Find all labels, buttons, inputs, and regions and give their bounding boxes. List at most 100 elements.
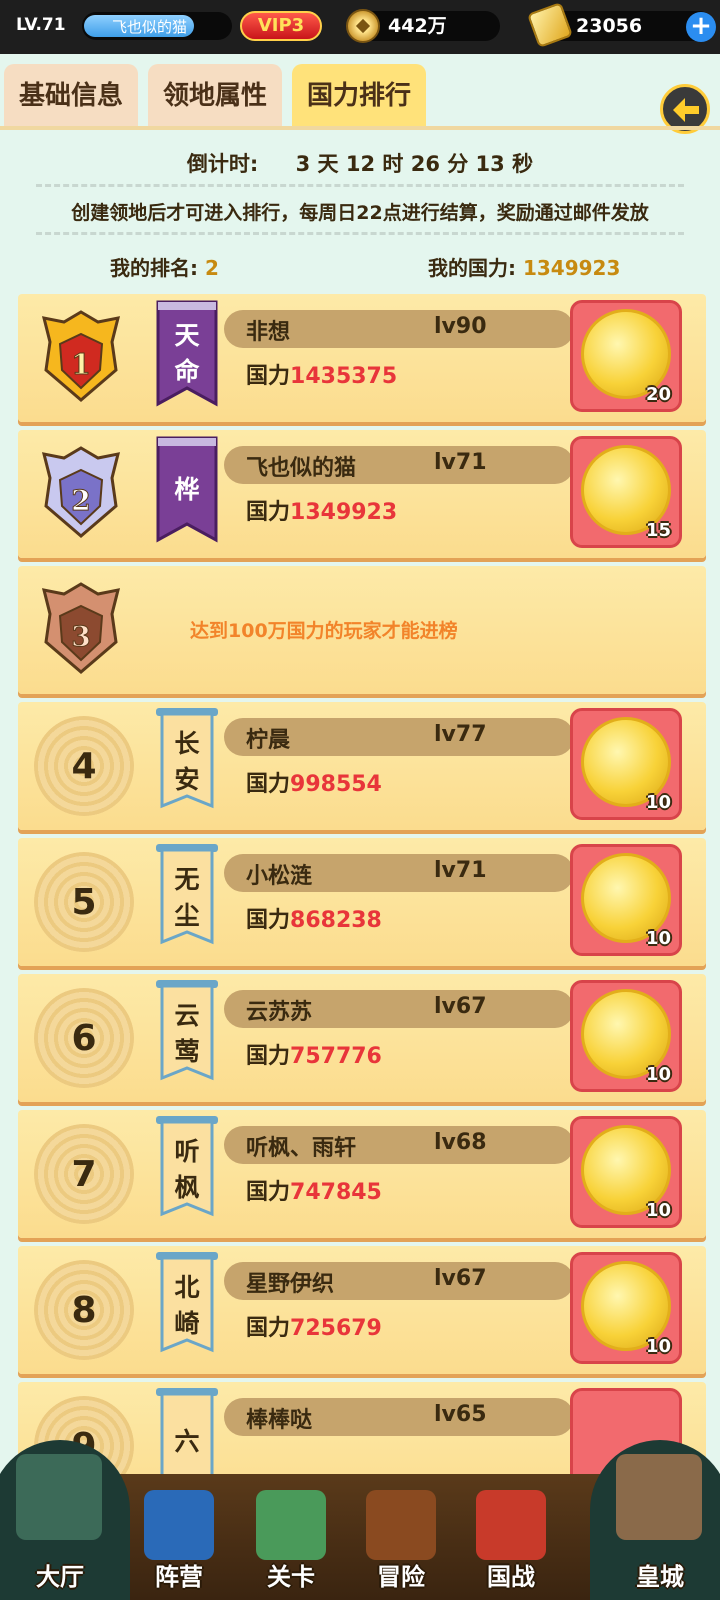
player-level: lv77 (434, 722, 487, 747)
title-banner: 听枫 (156, 1116, 218, 1224)
reward-slot[interactable]: 10 (570, 844, 682, 956)
rank-card-7[interactable]: 7 听枫 听枫、雨轩 lv68 国力747845 10 (18, 1110, 706, 1238)
rank-number: 7 (71, 1154, 97, 1195)
rank-number: 8 (71, 1290, 97, 1331)
title-banner: 天命 (156, 300, 218, 408)
countdown-value: 3 天 12 时 26 分 13 秒 (295, 152, 534, 176)
power-value: 757776 (290, 1044, 382, 1069)
reward-slot[interactable]: 20 (570, 300, 682, 412)
rank-medal-3-icon: 3 (41, 582, 121, 674)
title-char: 莺 (174, 1037, 200, 1066)
reward-count: 15 (645, 520, 671, 541)
power-label: 国力 (246, 500, 291, 525)
title-char: 天 (174, 321, 200, 350)
player-name: 飞也似的猫 (112, 18, 188, 36)
player-level: lv71 (434, 450, 487, 475)
title-banner: 北崎 (156, 1252, 218, 1360)
nav-castle[interactable]: 大厅 (0, 1454, 120, 1600)
rank-card-4[interactable]: 4 长安 柠晨 lv77 国力998554 10 (18, 702, 706, 830)
rank-card-2[interactable]: 2 桦 飞也似的猫 lv71 国力1349923 15 (18, 430, 706, 558)
rank-card-3[interactable]: 3 达到100万国力的玩家才能进榜 (18, 566, 706, 694)
player-name: 云苏苏 (246, 1000, 313, 1025)
rank-medal: 2 (38, 444, 124, 540)
nav-palace[interactable]: 皇城 (600, 1454, 720, 1600)
title-char: 枫 (174, 1173, 200, 1202)
player-name: 非想 (246, 320, 291, 345)
title-char: 命 (174, 357, 200, 386)
player-power: 国力747845 (246, 1174, 382, 1206)
reward-slot[interactable]: 10 (570, 1116, 682, 1228)
divider (36, 184, 684, 187)
power-value: 868238 (290, 908, 382, 933)
rank-card-1[interactable]: 1 天命 非想 lv90 国力1435375 20 (18, 294, 706, 422)
power-value: 725679 (290, 1316, 382, 1341)
title-char: 桦 (174, 475, 200, 504)
rank-badge: 8 (34, 1260, 134, 1360)
arrow-left-icon (673, 98, 699, 122)
player-power: 国力757776 (246, 1038, 382, 1070)
power-label: 国力 (246, 772, 291, 797)
tab-territory-attrs[interactable]: 领地属性 (148, 64, 282, 126)
reward-slot[interactable]: 10 (570, 1252, 682, 1364)
title-char: 云 (174, 1001, 200, 1030)
player-name: 听枫、雨轩 (246, 1136, 357, 1161)
player-power: 国力1349923 (246, 494, 397, 526)
kingdom-panel: 基础信息 领地属性 国力排行 倒计时: 3 天 12 时 26 分 13 秒 创… (0, 54, 720, 1510)
rank-card-8[interactable]: 8 北崎 星野伊织 lv67 国力725679 10 (18, 1246, 706, 1374)
title-char: 听 (174, 1137, 200, 1166)
reward-slot[interactable]: 10 (570, 980, 682, 1092)
tab-basic-info[interactable]: 基础信息 (4, 64, 138, 126)
reward-count: 10 (645, 928, 671, 949)
nav-label: 关卡 (267, 1563, 315, 1591)
top-status-bar: LV.71 飞也似的猫 VIP3 442万 23056 + (0, 0, 720, 54)
reward-count: 10 (645, 1200, 671, 1221)
player-level: lv67 (434, 994, 487, 1019)
power-label: 国力 (246, 1180, 291, 1205)
nav-crossed-swords[interactable]: 关卡 (236, 1474, 346, 1600)
rank-medal: 1 (38, 308, 124, 404)
player-level: lv67 (434, 1266, 487, 1291)
title-char: 长 (174, 729, 200, 758)
copper-counter[interactable]: 442万 (346, 9, 500, 43)
copper-coin-icon (346, 9, 380, 43)
rank-medal-1-icon: 1 (41, 310, 121, 402)
player-name: 星野伊织 (246, 1272, 335, 1297)
reward-slot[interactable]: 15 (570, 436, 682, 548)
player-power: 国力1435375 (246, 358, 397, 390)
nav-ship[interactable]: 冒险 (346, 1474, 456, 1600)
player-power: 国力998554 (246, 766, 382, 798)
power-value: 998554 (290, 772, 382, 797)
vip-badge[interactable]: VIP3 (240, 11, 322, 41)
rank-card-5[interactable]: 5 无尘 小松涟 lv71 国力868238 10 (18, 838, 706, 966)
rank-number: 3 (71, 620, 90, 653)
rank-badge: 7 (34, 1124, 134, 1224)
rank-medal-2-icon: 2 (41, 446, 121, 538)
palace-icon (616, 1454, 702, 1540)
tab-power-ranking[interactable]: 国力排行 (292, 64, 426, 126)
nav-label: 皇城 (636, 1563, 684, 1591)
my-rank-label: 我的排名: (110, 256, 198, 280)
reward-count: 20 (645, 384, 671, 405)
power-label: 国力 (246, 364, 291, 389)
reward-slot[interactable]: 10 (570, 708, 682, 820)
player-name: 小松涟 (246, 864, 313, 889)
my-power: 我的国力: 1349923 (428, 252, 620, 282)
ranking-requirement-text: 达到100万国力的玩家才能进榜 (190, 620, 458, 642)
copper-value: 442万 (388, 15, 447, 37)
player-level: lv71 (434, 858, 487, 883)
rank-badge: 4 (34, 716, 134, 816)
rank-medal: 3 (38, 580, 124, 676)
reward-count: 10 (645, 1064, 671, 1085)
war-flags-icon (476, 1490, 546, 1560)
player-name: 棒棒哒 (246, 1408, 313, 1433)
rank-number: 4 (71, 746, 97, 787)
title-char: 无 (174, 865, 200, 894)
add-currency-button[interactable]: + (686, 12, 716, 42)
nav-war-flags[interactable]: 国战 (456, 1474, 566, 1600)
title-banner: 桦 (156, 436, 218, 544)
rank-number: 5 (71, 882, 97, 923)
player-name: 柠晨 (246, 728, 291, 753)
nav-scroll-map[interactable]: 阵营 (124, 1474, 234, 1600)
rank-card-6[interactable]: 6 云莺 云苏苏 lv67 国力757776 10 (18, 974, 706, 1102)
title-char: 崎 (174, 1309, 200, 1338)
